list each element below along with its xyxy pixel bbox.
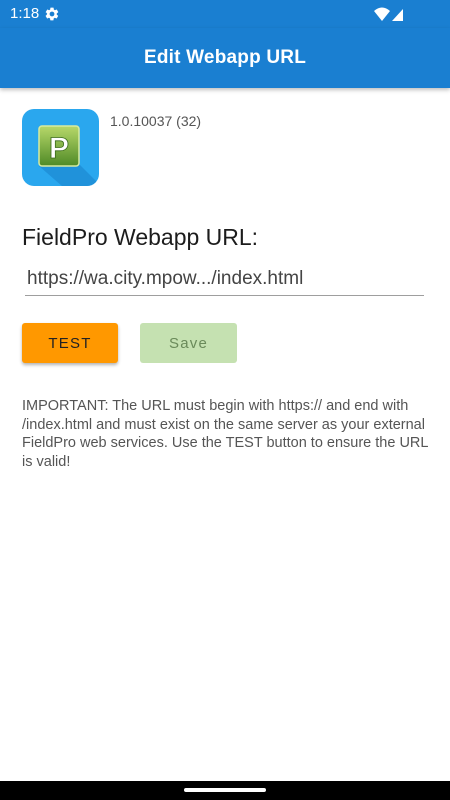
app-logo-icon: P xyxy=(22,109,99,186)
status-time: 1:18 xyxy=(10,5,40,22)
url-field-label: FieldPro Webapp URL: xyxy=(22,224,259,250)
wifi-signal-icon xyxy=(374,7,403,21)
version-label: 1.0.10037 (32) xyxy=(110,113,202,129)
status-bar: 1:18 xyxy=(0,0,450,28)
app-bar: Edit Webapp URL xyxy=(0,28,450,88)
page-title: Edit Webapp URL xyxy=(143,47,307,68)
navigation-bar xyxy=(0,781,450,800)
fieldpro-logo-icon: P xyxy=(38,125,99,186)
home-gesture-handle[interactable] xyxy=(184,788,266,792)
save-button[interactable]: Save xyxy=(140,323,237,363)
webapp-url-input[interactable] xyxy=(25,262,424,296)
gear-icon xyxy=(45,7,59,21)
test-button[interactable]: TEST xyxy=(22,323,118,363)
important-notice: IMPORTANT: The URL must begin with https… xyxy=(22,398,428,470)
svg-text:P: P xyxy=(49,132,69,165)
